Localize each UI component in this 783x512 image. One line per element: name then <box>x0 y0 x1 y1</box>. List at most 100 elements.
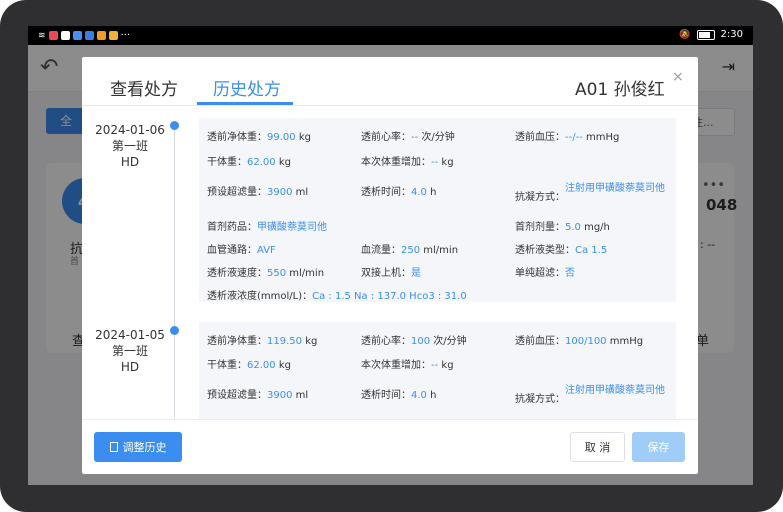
weight-gain-value: -- <box>431 157 439 168</box>
anticoag-value: 注射用甲磺酸萘莫司他 <box>565 385 665 396</box>
record-card[interactable]: 透前净体重：99.00 kg 透前心率：-- 次/分钟 透前血压：--/-- m… <box>199 118 676 302</box>
record-date: 2024-01-06 <box>95 123 165 137</box>
uf-unit: ml <box>295 390 309 401</box>
more-icon: ··· <box>120 30 131 41</box>
time-unit: h <box>430 187 437 198</box>
save-button[interactable]: 保存 <box>632 432 685 462</box>
blood-flow-value: 250 <box>401 245 421 256</box>
record-mode: HD <box>120 155 140 169</box>
time-label: 透析时间： <box>361 390 411 401</box>
timeline-line <box>174 124 175 419</box>
blood-flow-unit: ml/min <box>423 245 459 256</box>
record-card[interactable]: 透前净体重：119.50 kg 透前心率：100 次/分钟 透前血压：100/1… <box>199 322 676 419</box>
dry-weight-label: 干体重： <box>207 360 247 371</box>
weight-gain-value: -- <box>431 360 439 371</box>
dialysate-speed-label: 透析液速度： <box>207 268 267 279</box>
timeline-dot <box>170 326 179 335</box>
heart-rate-label: 透前心率： <box>361 336 411 347</box>
net-weight-value: 99.00 <box>267 132 296 143</box>
concentration-label: 透析液浓度(mmol/L)： <box>207 291 313 302</box>
heart-rate-value: -- <box>411 132 419 143</box>
weight-gain-unit: kg <box>441 360 454 371</box>
app-icon-blue <box>72 31 82 40</box>
first-drug-value: 甲磺酸萘莫司他 <box>257 222 327 233</box>
adjust-history-label: 调整历史 <box>122 441 167 454</box>
heart-rate-unit: 次/分钟 <box>421 132 455 143</box>
anticoag-label: 抗凝方式： <box>515 394 565 405</box>
time-value: 4.0 <box>411 187 427 198</box>
net-weight-value: 119.50 <box>267 336 302 347</box>
anticoag-value: 注射用甲磺酸萘莫司他 <box>565 183 665 194</box>
status-icons-left: ≋ ··· <box>38 30 130 41</box>
net-weight-unit: kg <box>305 336 318 347</box>
record-shift: 第一班 <box>111 344 148 358</box>
modal-footer: 调整历史 取 消 保存 <box>82 419 698 475</box>
first-dose-label: 首剂剂量： <box>515 222 565 233</box>
tab-history-prescription[interactable]: 历史处方 <box>213 75 281 100</box>
bp-label: 透前血压： <box>515 132 565 143</box>
wifi-icon: ≋ <box>38 30 46 41</box>
app-icon-red <box>48 31 58 40</box>
dry-weight-label: 干体重： <box>207 157 247 168</box>
access-value: AVF <box>257 245 276 256</box>
uf-value: 3900 <box>267 390 293 401</box>
timeline-dot <box>170 121 179 130</box>
dry-weight-unit: kg <box>278 360 291 371</box>
first-dose-value: 5.0 <box>565 222 581 233</box>
first-drug-label: 首剂药品： <box>207 222 257 233</box>
dialysate-speed-value: 550 <box>267 268 287 279</box>
history-prescription-modal: 查看处方 历史处方 A01 孙俊红 × 2024-01-06 第一班 HD 透前… <box>82 57 698 474</box>
uf-label: 预设超滤量： <box>207 187 267 198</box>
blood-flow-label: 血流量： <box>361 245 401 256</box>
bp-label: 透前血压： <box>515 336 565 347</box>
tab-view-prescription[interactable]: 查看处方 <box>110 75 178 100</box>
heart-rate-unit: 次/分钟 <box>433 336 467 347</box>
bp-value: 100/100 <box>565 336 607 347</box>
mute-icon: 🔕 <box>679 29 691 40</box>
double-connect-label: 双接上机： <box>361 268 411 279</box>
uf-unit: ml <box>295 187 309 198</box>
double-connect-value: 是 <box>411 268 421 279</box>
access-label: 血管通路： <box>207 245 257 256</box>
concentration-value: Ca : 1.5 Na : 137.0 Hco3 : 31.0 <box>312 291 467 302</box>
adjust-history-button[interactable]: 调整历史 <box>94 432 182 462</box>
document-icon <box>109 442 118 452</box>
active-tab-indicator <box>197 102 293 105</box>
app-icon-blue2 <box>84 31 94 40</box>
record-date: 2024-01-05 <box>95 328 165 342</box>
uf-value: 3900 <box>267 187 293 198</box>
dialysate-type-label: 透析液类型： <box>515 245 575 256</box>
history-list[interactable]: 2024-01-06 第一班 HD 透前净体重：99.00 kg 透前心率：--… <box>82 106 698 419</box>
time-unit: h <box>430 390 437 401</box>
time-value: 4.0 <box>411 390 427 401</box>
first-dose-unit: mg/h <box>584 222 610 233</box>
anticoag-label: 抗凝方式： <box>515 192 565 203</box>
bp-unit: mmHg <box>586 132 620 143</box>
net-weight-label: 透前净体重： <box>207 132 267 143</box>
dry-weight-unit: kg <box>278 157 291 168</box>
bp-value: --/-- <box>565 132 583 143</box>
record-shift: 第一班 <box>111 139 148 153</box>
dry-weight-value: 62.00 <box>247 360 276 371</box>
dry-weight-value: 62.00 <box>247 157 276 168</box>
heart-rate-value: 100 <box>411 336 431 347</box>
bp-unit: mmHg <box>609 336 644 347</box>
time-label: 透析时间： <box>361 187 411 198</box>
weight-gain-label: 本次体重增加： <box>361 157 431 168</box>
close-icon[interactable]: × <box>672 69 684 85</box>
pure-uf-label: 单纯超滤： <box>515 268 565 279</box>
status-bar: ≋ ··· 🔕 2:30 <box>28 26 753 45</box>
weight-gain-label: 本次体重增加： <box>361 360 431 371</box>
app-icon-orange2 <box>108 31 118 40</box>
net-weight-unit: kg <box>298 132 311 143</box>
app-icon-orange <box>96 31 106 40</box>
status-icons-right: 🔕 2:30 <box>679 29 743 40</box>
record-mode: HD <box>120 360 140 374</box>
weight-gain-unit: kg <box>441 157 454 168</box>
battery-icon <box>696 29 715 40</box>
heart-rate-label: 透前心率： <box>361 132 411 143</box>
clock: 2:30 <box>720 29 743 40</box>
cancel-button[interactable]: 取 消 <box>570 432 625 462</box>
dialysate-speed-unit: ml/min <box>289 268 325 279</box>
modal-tabs: 查看处方 历史处方 A01 孙俊红 × <box>82 57 698 106</box>
